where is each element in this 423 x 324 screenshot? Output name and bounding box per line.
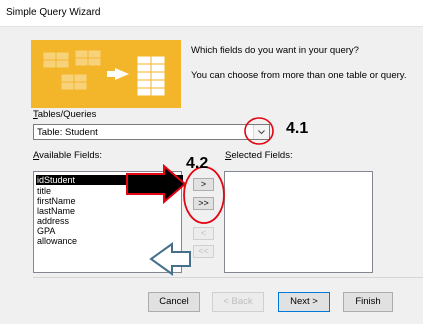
arrow-left-icon [149,242,191,276]
highlight-circle-add-buttons [183,166,225,224]
highlight-circle-dropdown [244,117,274,145]
annotation-step-4-1: 4.1 [286,120,309,137]
annotation-overlay [126,117,274,276]
wizard-window: Simple Query Wizard Which fields do you … [0,0,423,324]
arrow-right-icon [126,163,187,205]
annotation-step-4-2: 4.2 [186,155,209,172]
